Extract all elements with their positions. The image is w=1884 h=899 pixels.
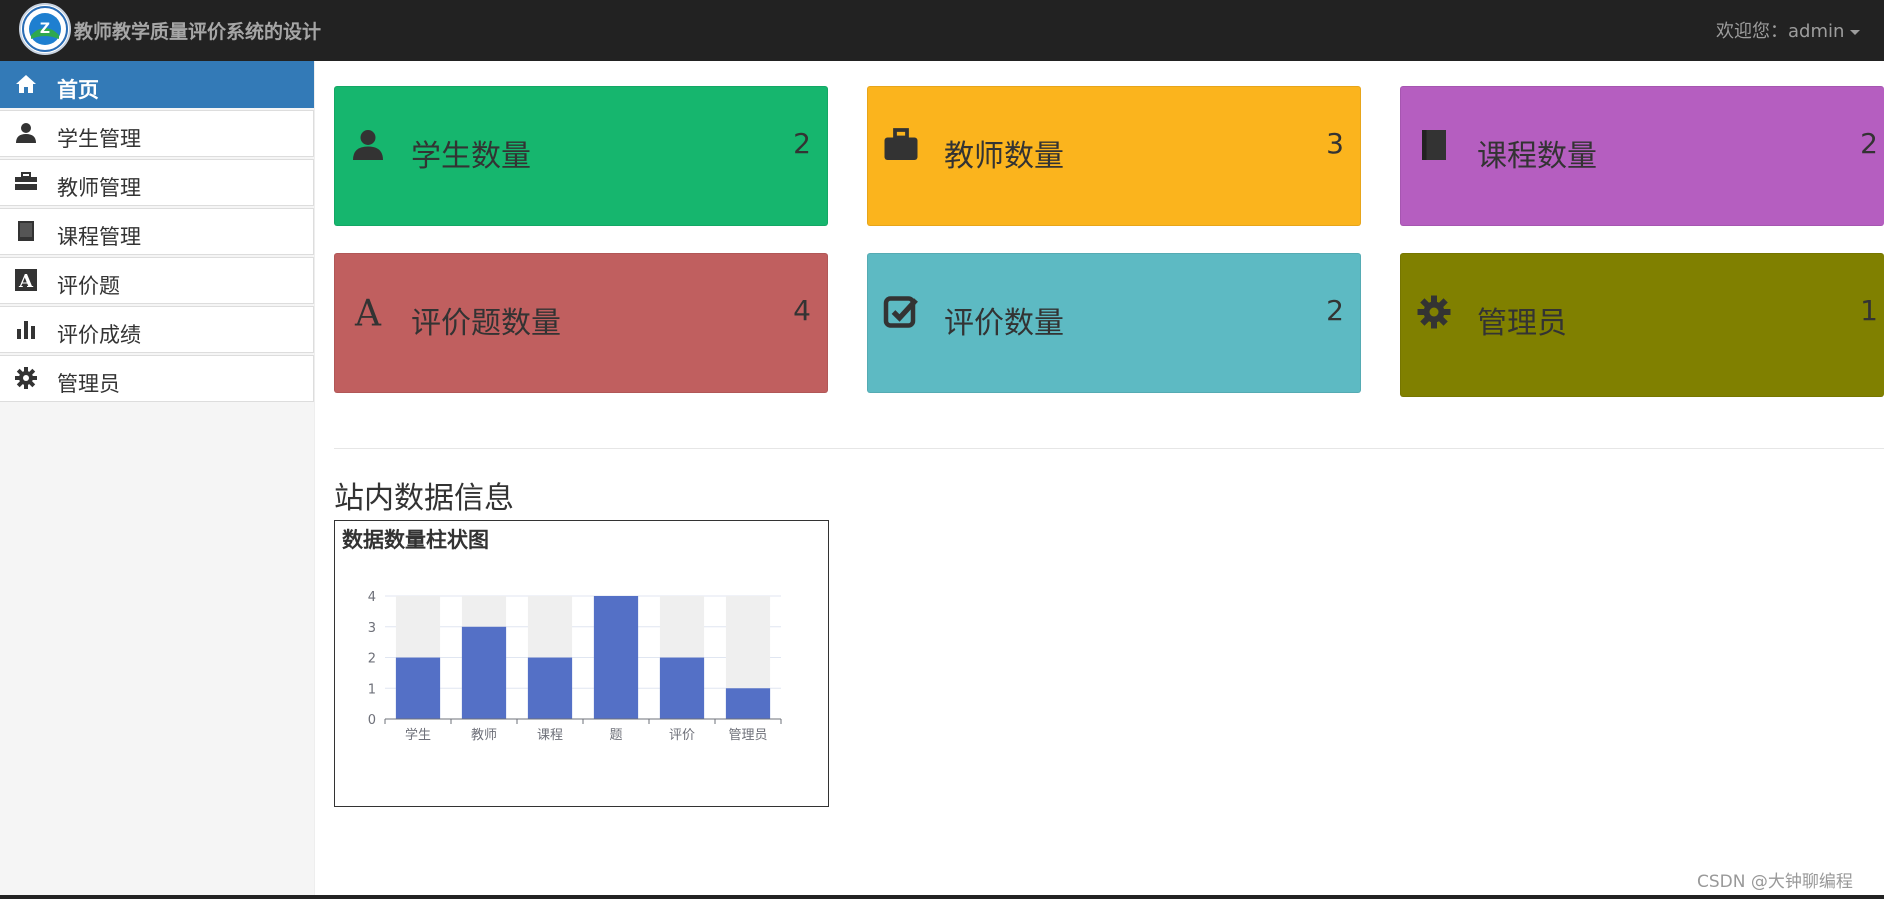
stat-card-value: 1 [1860, 294, 1878, 327]
book-icon [18, 221, 34, 241]
stat-card-value: 2 [1326, 294, 1344, 327]
sidebar-item-label: 管理员 [57, 372, 120, 396]
stat-card-admins[interactable]: 管理员 1 [1400, 253, 1884, 397]
y-tick-label: 0 [368, 713, 376, 728]
sidebar-item-students[interactable]: 学生管理 [0, 110, 314, 157]
font-icon: A [354, 294, 382, 330]
welcome-text: 欢迎您：admin [1716, 21, 1845, 42]
bar [395, 657, 441, 719]
font-icon: A [15, 269, 37, 292]
briefcase-icon [15, 172, 37, 190]
sidebar: 首页 学生管理 教师管理 课程管理 A 评价题 评价成绩 管理员 [0, 61, 315, 899]
stat-card-students[interactable]: 学生数量 2 [334, 86, 828, 226]
sidebar-item-label: 评价题 [57, 274, 120, 298]
sidebar-item-scores[interactable]: 评价成绩 [0, 306, 314, 353]
user-icon [353, 130, 383, 160]
svg-text:A: A [354, 294, 382, 330]
x-tick-label: 学生 [405, 727, 431, 743]
user-icon [16, 123, 36, 143]
gear-icon [1417, 295, 1451, 329]
stat-card-teachers[interactable]: 教师数量 3 [867, 86, 1361, 226]
bar [593, 596, 639, 719]
stat-card-value: 2 [1860, 127, 1878, 160]
check-square-icon [883, 296, 918, 328]
sidebar-item-label: 课程管理 [57, 225, 141, 249]
section-title: 站内数据信息 [334, 481, 514, 516]
top-navbar: Z 教师教学质量评价系统的设计 欢迎您：admin [0, 0, 1884, 61]
section-divider [334, 448, 1884, 449]
stat-card-value: 4 [793, 294, 811, 327]
sidebar-item-label: 教师管理 [57, 176, 141, 200]
briefcase-icon [884, 128, 918, 160]
bar-chart-panel: 数据数量柱状图 0 1 2 3 4 学生 教师 课程题评价 管理员 [334, 520, 829, 807]
sidebar-item-teachers[interactable]: 教师管理 [0, 159, 314, 206]
stat-card-evaluations[interactable]: 评价数量 2 [867, 253, 1361, 393]
svg-text:A: A [18, 271, 34, 292]
x-tick-label: 管理员 [728, 728, 767, 743]
gear-icon [15, 367, 37, 389]
bar [527, 657, 573, 719]
watermark: CSDN @大钟聊编程 [1697, 872, 1853, 892]
bar-chart: 0 1 2 3 4 学生 教师 课程 题 评价 管理员 [368, 590, 782, 743]
stat-card-courses[interactable]: 课程数量 2 [1400, 86, 1884, 226]
stat-card-label: 评价数量 [944, 306, 1064, 341]
stat-card-label: 学生数量 [411, 139, 531, 174]
x-tick-label: 题 [609, 728, 622, 743]
stat-card-value: 3 [1326, 127, 1344, 160]
user-menu-dropdown[interactable]: 欢迎您：admin [1716, 17, 1861, 43]
x-tick-label: 评价 [669, 728, 695, 743]
stat-card-label: 管理员 [1477, 306, 1567, 341]
stat-card-questions[interactable]: A 评价题数量 4 [334, 253, 828, 393]
stat-card-label: 课程数量 [1477, 139, 1597, 174]
sidebar-item-home[interactable]: 首页 [0, 61, 314, 108]
stat-card-label: 教师数量 [944, 139, 1064, 174]
bar-chart-icon [17, 321, 35, 339]
book-icon [1422, 130, 1446, 160]
bar [461, 626, 507, 719]
sidebar-item-questions[interactable]: A 评价题 [0, 257, 314, 304]
x-tick-label: 教师 [471, 727, 497, 743]
home-icon [16, 75, 36, 93]
y-tick-label: 1 [368, 682, 376, 697]
stat-card-value: 2 [793, 127, 811, 160]
y-tick-label: 2 [368, 652, 376, 667]
x-tick-label: 课程 [537, 728, 563, 743]
sidebar-item-label: 学生管理 [57, 127, 141, 151]
school-logo-icon[interactable]: Z [19, 3, 71, 55]
sidebar-item-label: 首页 [57, 78, 99, 102]
bar [725, 688, 771, 719]
app-brand-title[interactable]: 教师教学质量评价系统的设计 [74, 17, 321, 44]
bar [659, 657, 705, 719]
stat-card-label: 评价题数量 [411, 306, 561, 341]
y-tick-label: 4 [368, 590, 376, 605]
y-tick-label: 3 [368, 621, 376, 636]
svg-text:Z: Z [40, 21, 50, 37]
bottom-bar [0, 895, 1884, 899]
sidebar-item-courses[interactable]: 课程管理 [0, 208, 314, 255]
caret-down-icon [1850, 29, 1861, 35]
sidebar-item-label: 评价成绩 [57, 323, 141, 347]
sidebar-item-admins[interactable]: 管理员 [0, 355, 314, 402]
